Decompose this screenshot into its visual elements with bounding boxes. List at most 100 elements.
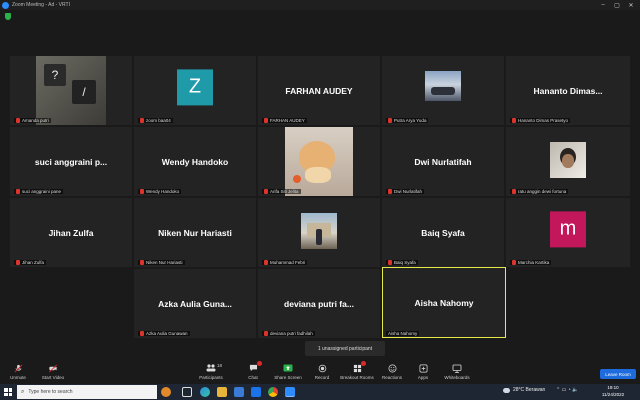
muted-mic-icon — [140, 260, 144, 265]
edge-icon[interactable] — [200, 387, 210, 397]
record-icon — [317, 363, 327, 373]
chat-badge — [257, 361, 262, 366]
task-view-icon[interactable] — [182, 387, 192, 397]
windows-taskbar: ⌕ Type here to search 28°C Berawan ⌃ ▭ ◔… — [0, 384, 640, 400]
leave-room-button[interactable]: Leave Room — [600, 369, 636, 379]
participant-label: Amanda putri — [14, 118, 51, 123]
muted-mic-icon — [388, 118, 392, 123]
participant-tile[interactable]: Z zoom baa04 — [134, 56, 256, 125]
windows-start-icon[interactable] — [4, 388, 12, 396]
window-title: Zoom Meeting - Ad - VRTI — [12, 2, 70, 8]
minimize-button[interactable]: – — [596, 0, 610, 10]
muted-mic-icon — [264, 189, 268, 194]
cloud-icon — [503, 387, 510, 393]
participant-label: deviana putri fadhilah — [262, 331, 315, 336]
weather-widget[interactable]: 28°C Berawan — [503, 387, 545, 393]
muted-mic-icon — [512, 189, 516, 194]
participant-label: Wendy Handoko — [138, 189, 182, 194]
smiley-icon — [387, 363, 397, 373]
maximize-button[interactable]: ▢ — [610, 0, 624, 10]
participants-count: 18 — [217, 363, 223, 368]
participant-tile[interactable]: suci anggraini p... suci anggraini pane — [10, 127, 132, 196]
apps-icon — [418, 363, 428, 373]
portrait-photo — [550, 142, 586, 178]
chat-icon — [248, 361, 262, 373]
participant-label: zoom baa04 — [138, 118, 173, 123]
mic-off-icon — [13, 363, 23, 373]
muted-mic-icon — [264, 260, 268, 265]
participant-label: Azka Aulia Gunawan — [138, 331, 190, 336]
active-speaker-tile[interactable]: Aisha Nahomy Aisha Nahomy — [382, 267, 506, 338]
participant-tile[interactable]: Muhammad Febri — [258, 198, 380, 267]
muted-mic-icon — [140, 189, 144, 194]
participant-label: Jihan Zulfa — [14, 260, 47, 265]
muted-mic-icon — [16, 189, 20, 194]
store-icon[interactable] — [234, 387, 244, 397]
participant-name: FARHAN AUDEY — [285, 85, 353, 96]
pumpkin-icon[interactable] — [161, 387, 171, 397]
muted-mic-icon — [16, 118, 20, 123]
participant-tile[interactable]: FARHAN AUDEY FARHAN AUDEY — [258, 56, 380, 125]
file-explorer-icon[interactable] — [217, 387, 227, 397]
participant-label: Hananto Dimas Prasetyo — [510, 118, 571, 123]
participant-tile[interactable]: Putra Arya Yuda — [382, 56, 504, 125]
participant-label: Marchia Kartika — [510, 260, 552, 265]
start-video-button[interactable]: Start Video — [33, 363, 73, 380]
muted-mic-icon — [140, 331, 144, 336]
participant-name: Hananto Dimas... — [533, 85, 603, 96]
participant-label: Dwi Nurlatifah — [386, 189, 425, 194]
participant-tile[interactable]: Arifa Siti Jelita — [258, 127, 380, 196]
participant-tile[interactable]: Azka Aulia Guna... Azka Aulia Gunawan — [134, 269, 256, 338]
mail-icon[interactable] — [251, 387, 261, 397]
muted-mic-icon — [512, 260, 516, 265]
participant-label: suci anggraini pane — [14, 189, 64, 194]
participant-tile[interactable]: ? / Amanda putri — [10, 56, 132, 125]
taskbar-search-box[interactable]: ⌕ Type here to search — [17, 385, 157, 399]
taskbar-clock[interactable]: 19:10 11/24/2022 — [596, 385, 630, 398]
participant-tile[interactable]: Hananto Dimas... Hananto Dimas Prasetyo — [506, 56, 630, 125]
participant-label: Aisha Nahomy — [386, 331, 420, 336]
participants-button[interactable]: Participants — [191, 363, 231, 380]
share-screen-icon — [283, 363, 293, 373]
zoom-logo-icon — [2, 1, 9, 9]
unassigned-participant-notice[interactable]: 1 unassigned participant — [305, 341, 385, 356]
whiteboards-button[interactable]: Whiteboards — [437, 363, 477, 380]
participant-tile[interactable]: Wendy Handoko Wendy Handoko — [134, 127, 256, 196]
zoom-taskbar-icon[interactable] — [285, 387, 295, 397]
whiteboard-icon — [452, 363, 462, 373]
chrome-icon[interactable] — [268, 387, 278, 397]
participant-name: deviana putri fa... — [284, 298, 354, 309]
participants-icon — [206, 363, 216, 373]
participant-name: Azka Aulia Guna... — [158, 298, 232, 309]
muted-mic-icon — [264, 118, 268, 123]
muted-mic-icon — [388, 260, 392, 265]
participant-tile[interactable]: Baiq Syafa Baiq Syafa — [382, 198, 504, 267]
participant-label: Putra Arya Yuda — [386, 118, 429, 123]
breakout-rooms-button[interactable]: Breakout Rooms — [337, 361, 377, 380]
encryption-shield-icon[interactable] — [5, 13, 11, 20]
participant-tile[interactable]: ratu anggin dewi fortuna — [506, 127, 630, 196]
participant-tile[interactable]: deviana putri fa... deviana putri fadhil… — [258, 269, 380, 338]
participant-tile[interactable]: Dwi Nurlatifah Dwi Nurlatifah — [382, 127, 504, 196]
participant-label: Baiq Syafa — [386, 260, 418, 265]
participant-name: Aisha Nahomy — [414, 297, 474, 308]
chat-button[interactable]: Chat — [233, 361, 273, 380]
participant-tile[interactable]: Niken Nur Hariasti Niken Nur Hariasti — [134, 198, 256, 267]
avatar: m — [550, 210, 586, 247]
close-button[interactable]: ✕ — [624, 0, 638, 10]
participant-name: Niken Nur Hariasti — [158, 227, 232, 238]
search-icon: ⌕ — [21, 388, 25, 395]
participant-tile[interactable]: m Marchia Kartika — [506, 198, 630, 267]
participant-name: suci anggraini p... — [34, 156, 108, 167]
breakout-rooms-badge — [361, 361, 366, 366]
muted-mic-icon — [264, 331, 268, 336]
title-bar: Zoom Meeting - Ad - VRTI — [0, 0, 640, 10]
record-button[interactable]: Record — [302, 363, 342, 380]
participant-name: Dwi Nurlatifah — [414, 156, 472, 167]
car-photo — [425, 71, 461, 101]
participant-tile[interactable]: Jihan Zulfa Jihan Zulfa — [10, 198, 132, 267]
avatar: Z — [177, 68, 213, 105]
system-tray-icons[interactable]: ⌃ ▭ ◔ 🔈 — [556, 387, 578, 393]
muted-mic-icon — [512, 118, 516, 123]
participant-label: Arifa Siti Jelita — [262, 189, 301, 194]
